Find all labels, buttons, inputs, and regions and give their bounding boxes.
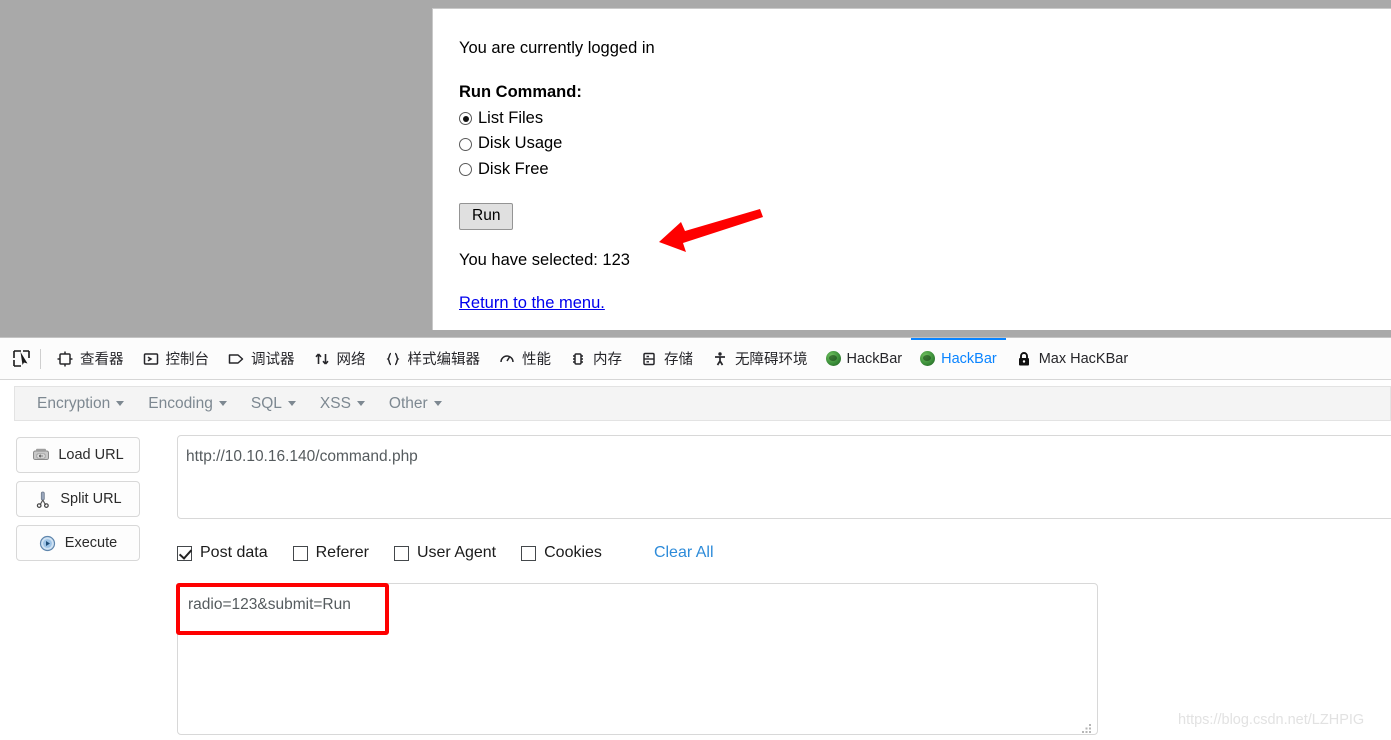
tab-label: Max HacKBar bbox=[1038, 350, 1129, 367]
memory-icon bbox=[569, 350, 587, 368]
tab-inspector[interactable]: 查看器 bbox=[47, 338, 133, 380]
tab-network[interactable]: 网络 bbox=[304, 338, 375, 380]
post-data-input[interactable] bbox=[177, 583, 1098, 735]
chevron-down-icon bbox=[116, 401, 125, 406]
radio-button-icon[interactable] bbox=[459, 163, 472, 177]
radio-option-list-files[interactable]: List Files bbox=[459, 106, 1391, 132]
network-icon bbox=[313, 350, 331, 368]
tab-memory[interactable]: 内存 bbox=[560, 338, 631, 380]
tab-storage[interactable]: 存储 bbox=[631, 338, 702, 380]
tab-performance[interactable]: 性能 bbox=[489, 338, 560, 380]
execute-button[interactable]: Execute bbox=[16, 525, 140, 561]
button-label: Load URL bbox=[58, 447, 124, 463]
button-label: Split URL bbox=[60, 491, 122, 507]
radio-option-disk-free[interactable]: Disk Free bbox=[459, 157, 1391, 183]
tab-label: 网络 bbox=[336, 352, 366, 368]
checkbox-icon[interactable] bbox=[292, 545, 308, 561]
chevron-down-icon bbox=[218, 401, 227, 406]
performance-icon bbox=[498, 350, 516, 368]
menu-label: Encryption bbox=[37, 394, 111, 412]
request-options-row: Post data Referer User Agent Cookies Cle… bbox=[177, 541, 714, 565]
chevron-down-icon bbox=[433, 401, 442, 406]
tab-style-editor[interactable]: 样式编辑器 bbox=[375, 338, 490, 380]
checkbox-label: Referer bbox=[315, 544, 369, 561]
return-to-menu-link[interactable]: Return to the menu. bbox=[459, 294, 605, 313]
radio-option-disk-usage[interactable]: Disk Usage bbox=[459, 131, 1391, 157]
radio-button-icon[interactable] bbox=[459, 112, 472, 126]
login-status-text: You are currently logged in bbox=[459, 39, 655, 57]
console-icon bbox=[142, 350, 160, 368]
chevron-down-icon bbox=[287, 401, 296, 406]
checkbox-post-data[interactable]: Post data bbox=[177, 544, 268, 562]
scissors-icon bbox=[34, 490, 52, 508]
tab-label: 内存 bbox=[593, 352, 622, 368]
tab-max-hackbar[interactable]: Max HacKBar bbox=[1006, 338, 1137, 380]
menu-label: XSS bbox=[319, 394, 351, 412]
url-input[interactable] bbox=[177, 435, 1391, 519]
globe-icon bbox=[920, 351, 936, 366]
checkbox-icon[interactable] bbox=[177, 545, 192, 561]
run-button[interactable]: Run bbox=[459, 203, 514, 231]
load-url-button[interactable]: Load URL bbox=[16, 437, 140, 473]
checkbox-cookies[interactable]: Cookies bbox=[521, 544, 602, 562]
menu-label: Other bbox=[388, 394, 428, 412]
tab-debugger[interactable]: 调试器 bbox=[218, 338, 304, 380]
tab-label: 存储 bbox=[664, 352, 693, 368]
tab-hackbar-2[interactable]: HackBar bbox=[911, 337, 1006, 380]
menu-label: SQL bbox=[250, 394, 282, 412]
tab-label: 控制台 bbox=[165, 352, 210, 368]
debugger-icon bbox=[227, 350, 245, 368]
inspector-icon bbox=[56, 350, 74, 368]
globe-icon bbox=[825, 351, 841, 366]
rendered-webpage: You are currently logged in Run Command:… bbox=[432, 8, 1391, 330]
devtools-toolbar: 查看器 控制台 调试器 网络 样式编辑器 性能 内存 存储 无障碍环境 Hack… bbox=[0, 337, 1391, 380]
hackbar-menu-bar: Encryption Encoding SQL XSS Other bbox=[14, 386, 1391, 421]
checkbox-label: User Agent bbox=[416, 544, 497, 561]
radio-label: Disk Usage bbox=[478, 134, 563, 153]
tab-label: HackBar bbox=[846, 350, 903, 367]
checkbox-label: Post data bbox=[200, 544, 268, 561]
tab-label: 调试器 bbox=[251, 352, 295, 368]
tab-label: 查看器 bbox=[80, 352, 124, 368]
element-picker-icon[interactable] bbox=[6, 345, 36, 373]
chevron-down-icon bbox=[356, 401, 365, 406]
split-url-button[interactable]: Split URL bbox=[16, 481, 140, 517]
tab-label: 性能 bbox=[522, 352, 551, 368]
tab-label: 样式编辑器 bbox=[407, 352, 481, 368]
tab-hackbar-1[interactable]: HackBar bbox=[817, 338, 912, 380]
radio-label: Disk Free bbox=[478, 159, 549, 178]
watermark-text: https://blog.csdn.net/LZHPIG bbox=[1178, 712, 1365, 728]
checkbox-user-agent[interactable]: User Agent bbox=[393, 544, 497, 562]
checkbox-label: Cookies bbox=[544, 544, 602, 561]
browser-page-area: You are currently logged in Run Command:… bbox=[0, 0, 1391, 337]
tab-label: HackBar bbox=[941, 350, 997, 367]
accessibility-icon bbox=[711, 350, 729, 368]
menu-label: Encoding bbox=[148, 394, 213, 412]
load-url-icon bbox=[32, 446, 50, 464]
lock-icon bbox=[1015, 350, 1033, 368]
run-command-heading: Run Command: bbox=[459, 82, 582, 101]
hackbar-panel: Load URL Split URL Execute Post data bbox=[0, 421, 1391, 739]
clear-all-link[interactable]: Clear All bbox=[654, 544, 714, 562]
post-data-container bbox=[177, 583, 1098, 740]
button-label: Execute bbox=[64, 535, 118, 551]
radio-label: List Files bbox=[478, 108, 544, 127]
checkbox-icon[interactable] bbox=[393, 545, 409, 561]
storage-icon bbox=[640, 350, 658, 368]
tab-console[interactable]: 控制台 bbox=[133, 338, 219, 380]
checkbox-icon[interactable] bbox=[521, 545, 537, 561]
menu-sql[interactable]: SQL bbox=[239, 391, 308, 417]
tab-accessibility[interactable]: 无障碍环境 bbox=[702, 338, 817, 380]
menu-other[interactable]: Other bbox=[377, 391, 454, 417]
menu-encryption[interactable]: Encryption bbox=[25, 391, 136, 417]
menu-encoding[interactable]: Encoding bbox=[136, 391, 239, 417]
selected-result-text: You have selected: 123 bbox=[459, 251, 630, 270]
play-icon bbox=[39, 534, 57, 552]
checkbox-referer[interactable]: Referer bbox=[292, 544, 369, 562]
tab-label: 无障碍环境 bbox=[735, 352, 808, 368]
radio-button-icon[interactable] bbox=[459, 137, 472, 151]
style-editor-icon bbox=[384, 350, 402, 368]
menu-xss[interactable]: XSS bbox=[308, 391, 377, 417]
toolbar-divider bbox=[40, 348, 41, 369]
